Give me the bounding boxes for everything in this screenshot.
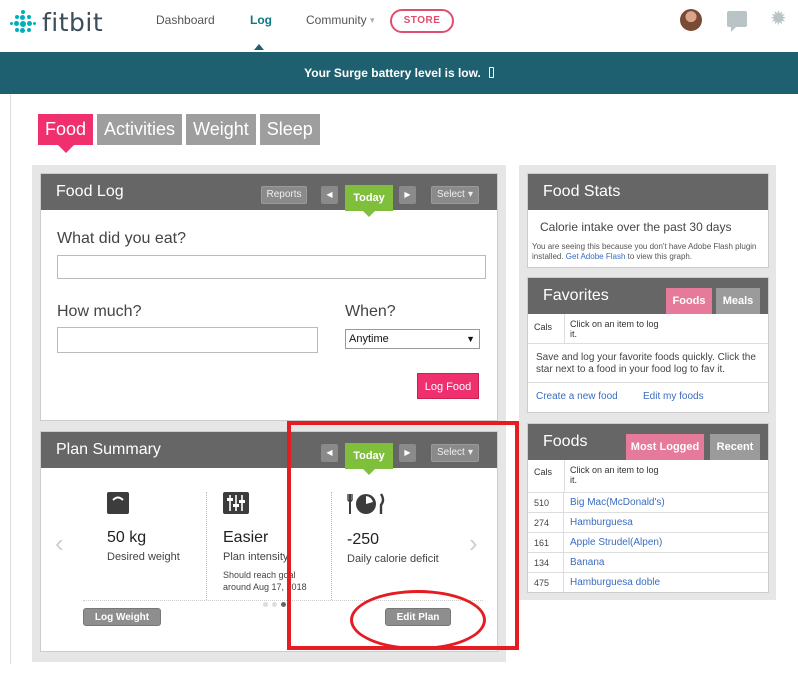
tab-activities[interactable]: Activities — [97, 114, 183, 145]
top-navigation: fitbit Dashboard Log Community ▾ STORE ✹ — [0, 0, 798, 50]
edit-my-foods-link[interactable]: Edit my foods — [643, 391, 704, 402]
page-dot[interactable] — [272, 602, 277, 607]
meal-time-select[interactable]: Anytime ▼ — [345, 329, 480, 349]
food-stats-title: Food Stats — [528, 174, 768, 210]
metric-desired-weight: 50 kg Desired weight — [107, 492, 180, 563]
food-cals: 134 — [528, 553, 564, 572]
next-day-button[interactable]: ▶ — [399, 186, 416, 204]
get-adobe-flash-link[interactable]: Get Adobe Flash — [566, 252, 626, 261]
metric-value: 50 kg — [107, 529, 147, 546]
how-much-label: How much? — [57, 303, 142, 320]
battery-icon — [488, 67, 494, 78]
dropdown-arrow-icon: ▼ — [466, 334, 475, 344]
favorites-table-header: Cals Click on an item to log it. — [528, 314, 768, 344]
carousel-prev-arrow-icon[interactable]: ‹ — [55, 528, 64, 559]
food-stats-subtitle: Calorie intake over the past 30 days — [540, 220, 732, 234]
nav-community[interactable]: Community — [306, 13, 367, 27]
food-search-input[interactable] — [57, 255, 486, 279]
food-stats-panel: Food Stats Calorie intake over the past … — [527, 173, 769, 268]
scale-icon — [107, 492, 129, 514]
food-cals: 475 — [528, 573, 564, 592]
food-cals: 161 — [528, 533, 564, 552]
food-name-link[interactable]: Hamburguesa — [570, 513, 633, 533]
chevron-down-icon: ▾ — [467, 189, 473, 200]
log-food-button[interactable]: Log Food — [417, 373, 479, 399]
table-row[interactable]: 274 Hamburguesa — [528, 512, 768, 532]
favorites-tab-foods[interactable]: Foods — [666, 288, 712, 314]
when-label: When? — [345, 303, 396, 320]
sliders-icon — [223, 492, 249, 514]
right-column: Food Stats Calorie intake over the past … — [519, 165, 776, 600]
log-tabs: Food Activities Weight Sleep — [38, 114, 320, 153]
metric-divider — [206, 492, 207, 600]
select-dropdown[interactable]: Select ▾ — [431, 186, 479, 204]
logo-text: fitbit — [42, 7, 104, 37]
foods-panel: Foods Most Logged Recent Cals Click on a… — [527, 423, 769, 593]
gear-icon[interactable]: ✹ — [770, 9, 787, 29]
table-row[interactable]: 134 Banana — [528, 552, 768, 572]
quantity-input[interactable] — [57, 327, 318, 353]
favorites-hint: Click on an item to log it. — [570, 319, 659, 339]
log-weight-button[interactable]: Log Weight — [83, 608, 161, 626]
foods-cals-header: Cals — [534, 467, 553, 477]
table-row[interactable]: 475 Hamburguesa doble — [528, 572, 768, 592]
foods-table-header: Cals Click on an item to log it. — [528, 460, 768, 492]
nav-dashboard[interactable]: Dashboard — [156, 13, 215, 27]
food-cals: 510 — [528, 493, 564, 512]
food-name-link[interactable]: Big Mac(McDonald's) — [570, 493, 665, 513]
page-divider — [10, 94, 11, 664]
food-name-link[interactable]: Banana — [570, 553, 604, 573]
chat-icon[interactable] — [727, 11, 747, 32]
flash-notice: You are seeing this because you don't ha… — [532, 242, 768, 262]
avatar[interactable] — [680, 9, 702, 31]
store-button[interactable]: STORE — [390, 9, 454, 33]
favorites-divider — [528, 382, 768, 383]
favorites-panel: Favorites Foods Meals Cals Click on an i… — [527, 277, 769, 413]
foods-tab-recent[interactable]: Recent — [710, 434, 760, 460]
column-divider — [564, 460, 565, 492]
tab-sleep[interactable]: Sleep — [259, 114, 320, 145]
fitbit-logo[interactable]: fitbit — [10, 7, 104, 37]
foods-tab-most-logged[interactable]: Most Logged — [626, 434, 704, 460]
favorites-empty-text: Save and log your favorite foods quickly… — [536, 352, 756, 375]
nav-active-indicator — [254, 44, 264, 50]
reports-button[interactable]: Reports — [261, 186, 307, 204]
flash-notice-suffix: to view this graph. — [625, 252, 693, 261]
table-row[interactable]: 510 Big Mac(McDonald's) — [528, 492, 768, 512]
fitbit-dots-icon — [10, 9, 36, 35]
create-new-food-link[interactable]: Create a new food — [536, 391, 618, 402]
favorites-tab-meals[interactable]: Meals — [716, 288, 760, 314]
today-button[interactable]: Today — [345, 185, 393, 217]
foods-hint: Click on an item to log it. — [570, 465, 659, 485]
favorites-cals-header: Cals — [534, 322, 553, 332]
banner-text: Your Surge battery level is low. — [304, 66, 481, 80]
tab-food[interactable]: Food — [38, 114, 94, 153]
column-divider — [564, 314, 565, 344]
what-did-you-eat-label: What did you eat? — [57, 230, 186, 247]
page-dot[interactable] — [263, 602, 268, 607]
community-chevron-down-icon[interactable]: ▾ — [370, 15, 375, 26]
food-cals: 274 — [528, 513, 564, 532]
prev-day-button[interactable]: ◀ — [321, 186, 338, 204]
battery-banner: Your Surge battery level is low. — [0, 52, 798, 94]
page-dot-active[interactable] — [281, 602, 286, 607]
food-log-panel: Food Log Reports ◀ Today ▶ Select ▾ What… — [40, 173, 498, 421]
tab-weight[interactable]: Weight — [186, 114, 256, 145]
meal-time-value: Anytime — [349, 333, 389, 345]
annotation-highlight-ellipse — [350, 590, 486, 650]
food-name-link[interactable]: Hamburguesa doble — [570, 573, 660, 593]
carousel-page-dots — [263, 602, 286, 607]
table-row[interactable]: 161 Apple Strudel(Alpen) — [528, 532, 768, 552]
food-name-link[interactable]: Apple Strudel(Alpen) — [570, 533, 662, 553]
select-label: Select — [437, 189, 465, 200]
nav-log[interactable]: Log — [250, 13, 272, 27]
metric-label: Desired weight — [107, 551, 180, 563]
